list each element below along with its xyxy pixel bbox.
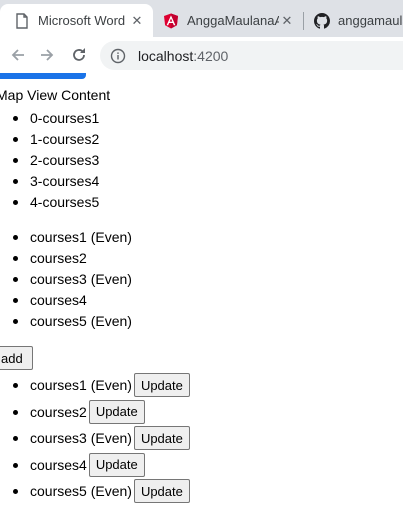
list-item: courses2 Update bbox=[0, 399, 190, 426]
list-item: 0-courses1 bbox=[0, 108, 99, 129]
url-text: localhost:4200 bbox=[138, 48, 228, 64]
browser-toolbar: localhost:4200 bbox=[0, 37, 403, 73]
tab-microsoft-word[interactable]: Microsoft Word ✕ bbox=[0, 4, 153, 37]
update-button[interactable]: Update bbox=[133, 426, 190, 451]
document-icon bbox=[14, 12, 30, 29]
list-item: courses2 bbox=[0, 248, 132, 269]
primary-button[interactable] bbox=[0, 73, 86, 79]
course-label: courses4 bbox=[30, 456, 87, 473]
list-item: courses4 bbox=[0, 290, 132, 311]
list-item: courses1 (Even) Update bbox=[0, 372, 190, 399]
angular-icon bbox=[163, 13, 179, 29]
back-button[interactable] bbox=[6, 43, 30, 67]
github-icon bbox=[314, 12, 330, 29]
update-button[interactable]: Update bbox=[133, 479, 190, 504]
forward-button[interactable] bbox=[35, 43, 59, 67]
indexed-course-list: 0-courses1 1-courses2 2-courses3 3-cours… bbox=[0, 108, 99, 213]
tab-title: Microsoft Word bbox=[38, 13, 126, 28]
tab-title: anggamaula bbox=[338, 13, 403, 28]
list-item: 4-courses5 bbox=[0, 192, 99, 213]
list-item: 2-courses3 bbox=[0, 150, 99, 171]
add-button[interactable]: add bbox=[0, 346, 33, 370]
address-bar[interactable]: localhost:4200 bbox=[100, 41, 403, 70]
page-content: Map View Content 0-courses1 1-courses2 2… bbox=[0, 73, 403, 507]
list-item: courses5 (Even) bbox=[0, 311, 132, 332]
forward-arrow-icon bbox=[41, 49, 54, 61]
update-button[interactable]: Update bbox=[133, 373, 190, 398]
list-item: courses3 (Even) Update bbox=[0, 425, 190, 452]
update-button[interactable]: Update bbox=[88, 399, 145, 424]
url-host: localhost bbox=[138, 47, 194, 64]
tab-angga-maulana[interactable]: AnggaMaulanaA ✕ bbox=[153, 4, 303, 37]
list-item: courses5 (Even) Update bbox=[0, 478, 190, 505]
list-item: 1-courses2 bbox=[0, 129, 99, 150]
updatable-course-list: courses1 (Even) Update courses2 Update cou… bbox=[0, 372, 190, 505]
tab-title: AnggaMaulanaA bbox=[187, 13, 279, 28]
reload-button[interactable] bbox=[67, 43, 91, 67]
close-icon[interactable]: ✕ bbox=[129, 13, 145, 29]
tab-strip: Microsoft Word ✕ AnggaMaulanaA ✕ anggama… bbox=[0, 0, 403, 37]
list-item: courses3 (Even) bbox=[0, 269, 132, 290]
map-view-title: Map View Content bbox=[0, 87, 111, 103]
list-item: courses4 Update bbox=[0, 452, 190, 479]
course-label: courses2 bbox=[30, 403, 87, 420]
info-icon[interactable] bbox=[110, 48, 126, 64]
reload-icon bbox=[73, 48, 85, 61]
update-button[interactable]: Update bbox=[88, 452, 145, 477]
close-icon[interactable]: ✕ bbox=[279, 13, 295, 29]
tab-github[interactable]: anggamaula bbox=[304, 4, 403, 37]
course-label: courses5 (Even) bbox=[30, 483, 132, 500]
list-item: courses1 (Even) bbox=[0, 227, 132, 248]
course-label: courses3 (Even) bbox=[30, 430, 132, 447]
course-label: courses1 (Even) bbox=[30, 377, 132, 394]
back-arrow-icon bbox=[11, 49, 24, 61]
parity-course-list: courses1 (Even) courses2 courses3 (Even)… bbox=[0, 227, 132, 332]
url-port: :4200 bbox=[193, 47, 229, 64]
list-item: 3-courses4 bbox=[0, 171, 99, 192]
